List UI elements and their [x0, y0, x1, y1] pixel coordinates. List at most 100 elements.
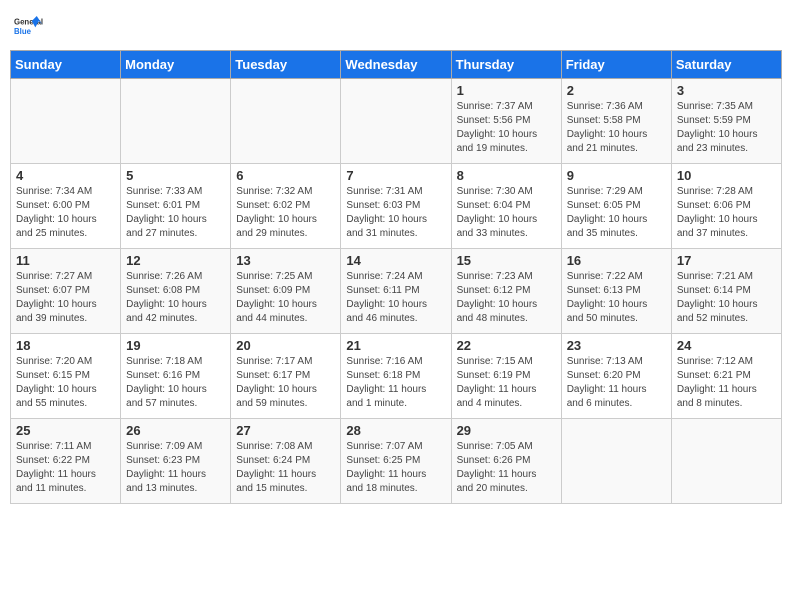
calendar-cell [11, 79, 121, 164]
calendar-cell: 19 Sunrise: 7:18 AMSunset: 6:16 PMDayligh… [121, 334, 231, 419]
day-info: Sunrise: 7:35 AMSunset: 5:59 PMDaylight:… [677, 100, 776, 156]
day-number: 22 [457, 338, 556, 353]
day-number: 29 [457, 423, 556, 438]
day-number: 11 [16, 253, 115, 268]
day-number: 27 [236, 423, 335, 438]
day-number: 8 [457, 168, 556, 183]
calendar-cell: 4 Sunrise: 7:34 AMSunset: 6:00 PMDaylight… [11, 164, 121, 249]
day-number: 5 [126, 168, 225, 183]
day-number: 23 [567, 338, 666, 353]
calendar-cell: 1 Sunrise: 7:37 AMSunset: 5:56 PMDaylight… [451, 79, 561, 164]
calendar-cell: 15 Sunrise: 7:23 AMSunset: 6:12 PMDayligh… [451, 249, 561, 334]
day-number: 4 [16, 168, 115, 183]
day-number: 24 [677, 338, 776, 353]
day-info: Sunrise: 7:32 AMSunset: 6:02 PMDaylight:… [236, 185, 335, 241]
day-info: Sunrise: 7:17 AMSunset: 6:17 PMDaylight:… [236, 355, 335, 411]
day-info: Sunrise: 7:33 AMSunset: 6:01 PMDaylight:… [126, 185, 225, 241]
calendar-cell: 9 Sunrise: 7:29 AMSunset: 6:05 PMDaylight… [561, 164, 671, 249]
calendar-cell: 13 Sunrise: 7:25 AMSunset: 6:09 PMDayligh… [231, 249, 341, 334]
day-info: Sunrise: 7:37 AMSunset: 5:56 PMDaylight:… [457, 100, 556, 156]
day-number: 15 [457, 253, 556, 268]
calendar-week-2: 4 Sunrise: 7:34 AMSunset: 6:00 PMDaylight… [11, 164, 782, 249]
calendar-cell [561, 419, 671, 504]
calendar-cell: 20Sunrise: 7:17 AMSunset: 6:17 PMDayligh… [231, 334, 341, 419]
calendar-cell: 8 Sunrise: 7:30 AMSunset: 6:04 PMDaylight… [451, 164, 561, 249]
day-number: 26 [126, 423, 225, 438]
day-info: Sunrise: 7:16 AMSunset: 6:18 PMDaylight:… [346, 355, 445, 411]
calendar-cell: 6 Sunrise: 7:32 AMSunset: 6:02 PMDaylight… [231, 164, 341, 249]
day-number: 13 [236, 253, 335, 268]
day-info: Sunrise: 7:15 AMSunset: 6:19 PMDaylight:… [457, 355, 556, 411]
day-info: Sunrise: 7:18 AMSunset: 6:16 PMDaylight:… [126, 355, 225, 411]
calendar-cell: 12Sunrise: 7:26 AMSunset: 6:08 PMDayligh… [121, 249, 231, 334]
day-number: 14 [346, 253, 445, 268]
calendar-cell: 29 Sunrise: 7:05 AMSunset: 6:26 PMDayligh… [451, 419, 561, 504]
calendar-cell: 17Sunrise: 7:21 AMSunset: 6:14 PMDayligh… [671, 249, 781, 334]
day-info: Sunrise: 7:34 AMSunset: 6:00 PMDaylight:… [16, 185, 115, 241]
calendar-cell: 24Sunrise: 7:12 AMSunset: 6:21 PMDayligh… [671, 334, 781, 419]
day-info: Sunrise: 7:05 AMSunset: 6:26 PMDaylight:… [457, 440, 556, 496]
calendar-cell [671, 419, 781, 504]
day-info: Sunrise: 7:29 AMSunset: 6:05 PMDaylight:… [567, 185, 666, 241]
calendar-cell: 3 Sunrise: 7:35 AMSunset: 5:59 PMDaylight… [671, 79, 781, 164]
calendar-cell: 25Sunrise: 7:11 AMSunset: 6:22 PMDayligh… [11, 419, 121, 504]
day-number: 7 [346, 168, 445, 183]
calendar-cell: 28 Sunrise: 7:07 AMSunset: 6:25 PMDayligh… [341, 419, 451, 504]
column-header-saturday: Saturday [671, 51, 781, 79]
column-header-tuesday: Tuesday [231, 51, 341, 79]
calendar-cell: 10 Sunrise: 7:28 AMSunset: 6:06 PMDayligh… [671, 164, 781, 249]
day-info: Sunrise: 7:07 AMSunset: 6:25 PMDaylight:… [346, 440, 445, 496]
day-info: Sunrise: 7:36 AMSunset: 5:58 PMDaylight:… [567, 100, 666, 156]
calendar-cell: 14 Sunrise: 7:24 AMSunset: 6:11 PMDayligh… [341, 249, 451, 334]
calendar-table: SundayMondayTuesdayWednesdayThursdayFrid… [10, 50, 782, 504]
day-number: 9 [567, 168, 666, 183]
day-info: Sunrise: 7:24 AMSunset: 6:11 PMDaylight:… [346, 270, 445, 326]
day-number: 19 [126, 338, 225, 353]
column-header-monday: Monday [121, 51, 231, 79]
column-header-thursday: Thursday [451, 51, 561, 79]
calendar-cell: 11 Sunrise: 7:27 AMSunset: 6:07 PMDayligh… [11, 249, 121, 334]
column-header-sunday: Sunday [11, 51, 121, 79]
svg-text:Blue: Blue [14, 27, 32, 36]
logo: General Blue [14, 10, 46, 42]
day-info: Sunrise: 7:23 AMSunset: 6:12 PMDaylight:… [457, 270, 556, 326]
calendar-cell: 26 Sunrise: 7:09 AMSunset: 6:23 PMDayligh… [121, 419, 231, 504]
calendar-cell: 7 Sunrise: 7:31 AMSunset: 6:03 PMDaylight… [341, 164, 451, 249]
day-info: Sunrise: 7:30 AMSunset: 6:04 PMDaylight:… [457, 185, 556, 241]
day-number: 25 [16, 423, 115, 438]
calendar-header: SundayMondayTuesdayWednesdayThursdayFrid… [11, 51, 782, 79]
calendar-cell: 23 Sunrise: 7:13 AMSunset: 6:20 PMDayligh… [561, 334, 671, 419]
column-header-friday: Friday [561, 51, 671, 79]
day-number: 12 [126, 253, 225, 268]
day-info: Sunrise: 7:25 AMSunset: 6:09 PMDaylight:… [236, 270, 335, 326]
day-number: 3 [677, 83, 776, 98]
day-info: Sunrise: 7:13 AMSunset: 6:20 PMDaylight:… [567, 355, 666, 411]
day-info: Sunrise: 7:28 AMSunset: 6:06 PMDaylight:… [677, 185, 776, 241]
calendar-week-4: 18Sunrise: 7:20 AMSunset: 6:15 PMDayligh… [11, 334, 782, 419]
calendar-cell: 2 Sunrise: 7:36 AMSunset: 5:58 PMDaylight… [561, 79, 671, 164]
calendar-cell [231, 79, 341, 164]
calendar-cell [121, 79, 231, 164]
calendar-cell: 27Sunrise: 7:08 AMSunset: 6:24 PMDayligh… [231, 419, 341, 504]
day-number: 2 [567, 83, 666, 98]
calendar-cell: 18Sunrise: 7:20 AMSunset: 6:15 PMDayligh… [11, 334, 121, 419]
day-info: Sunrise: 7:22 AMSunset: 6:13 PMDaylight:… [567, 270, 666, 326]
day-number: 10 [677, 168, 776, 183]
day-info: Sunrise: 7:21 AMSunset: 6:14 PMDaylight:… [677, 270, 776, 326]
day-number: 6 [236, 168, 335, 183]
logo-icon: General Blue [14, 10, 46, 42]
day-number: 28 [346, 423, 445, 438]
day-info: Sunrise: 7:09 AMSunset: 6:23 PMDaylight:… [126, 440, 225, 496]
day-number: 21 [346, 338, 445, 353]
page-header: General Blue [10, 10, 782, 42]
svg-text:General: General [14, 18, 43, 27]
day-info: Sunrise: 7:27 AMSunset: 6:07 PMDaylight:… [16, 270, 115, 326]
day-info: Sunrise: 7:20 AMSunset: 6:15 PMDaylight:… [16, 355, 115, 411]
column-header-wednesday: Wednesday [341, 51, 451, 79]
calendar-cell [341, 79, 451, 164]
calendar-cell: 21 Sunrise: 7:16 AMSunset: 6:18 PMDayligh… [341, 334, 451, 419]
calendar-cell: 22 Sunrise: 7:15 AMSunset: 6:19 PMDayligh… [451, 334, 561, 419]
day-info: Sunrise: 7:31 AMSunset: 6:03 PMDaylight:… [346, 185, 445, 241]
day-number: 1 [457, 83, 556, 98]
calendar-cell: 16Sunrise: 7:22 AMSunset: 6:13 PMDayligh… [561, 249, 671, 334]
